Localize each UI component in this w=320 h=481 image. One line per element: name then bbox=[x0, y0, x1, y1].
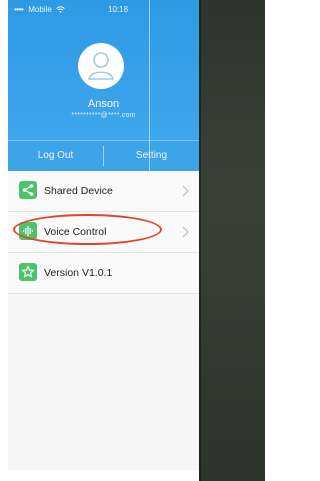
voice-icon bbox=[19, 222, 37, 240]
user-email: **********@****.com bbox=[71, 112, 136, 119]
clock-time: 10:18 bbox=[108, 5, 129, 14]
glare-line bbox=[149, 0, 150, 170]
menu-item-version[interactable]: Version V1.0.1 bbox=[8, 253, 199, 294]
user-icon bbox=[88, 52, 114, 80]
account-action-bar: Log Out Setting bbox=[8, 140, 199, 171]
carrier-name: Mobile bbox=[28, 5, 52, 14]
status-bar: ••••• Mobile 10:18 bbox=[14, 4, 193, 16]
star-icon bbox=[19, 263, 37, 281]
user-name: Anson bbox=[87, 98, 120, 110]
dimmed-main-content[interactable] bbox=[199, 0, 265, 481]
setting-button[interactable]: Setting bbox=[104, 141, 199, 171]
menu-item-label: Version V1.0.1 bbox=[44, 267, 113, 279]
avatar[interactable] bbox=[78, 43, 124, 89]
drawer-menu: Shared Device Voice Control Version V1.0… bbox=[8, 171, 199, 294]
signal-strength-icon: ••••• bbox=[14, 5, 24, 14]
profile-header: ••••• Mobile 10:18 Anson **********@****… bbox=[8, 0, 199, 140]
logout-button[interactable]: Log Out bbox=[8, 141, 103, 171]
chevron-right-icon bbox=[182, 185, 189, 197]
share-icon bbox=[19, 181, 37, 199]
menu-item-voice-control[interactable]: Voice Control bbox=[8, 212, 199, 253]
side-drawer: ••••• Mobile 10:18 Anson **********@****… bbox=[8, 0, 199, 470]
menu-item-label: Shared Device bbox=[44, 185, 113, 197]
chevron-right-icon bbox=[182, 226, 189, 238]
menu-item-shared-device[interactable]: Shared Device bbox=[8, 171, 199, 212]
wifi-icon bbox=[56, 6, 65, 14]
menu-item-label: Voice Control bbox=[44, 226, 107, 238]
